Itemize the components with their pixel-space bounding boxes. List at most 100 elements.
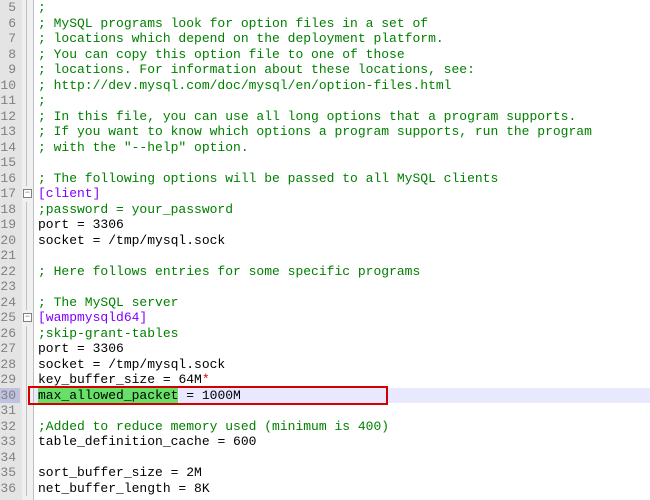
code-area[interactable]: ;; MySQL programs look for option files … bbox=[34, 0, 650, 500]
code-line[interactable]: ;skip-grant-tables bbox=[38, 326, 650, 342]
fold-toggle-icon[interactable]: − bbox=[22, 310, 33, 326]
fold-guide bbox=[22, 264, 33, 280]
line-number: 36 bbox=[0, 481, 20, 497]
line-number: 15 bbox=[0, 155, 20, 171]
code-line[interactable]: sort_buffer_size = 2M bbox=[38, 465, 650, 481]
line-number: 29 bbox=[0, 372, 20, 388]
equals-sign: = bbox=[178, 388, 201, 403]
code-line[interactable]: socket = /tmp/mysql.sock bbox=[38, 233, 650, 249]
code-line[interactable]: ; http://dev.mysql.com/doc/mysql/en/opti… bbox=[38, 78, 650, 94]
ini-key: max_allowed_packet bbox=[38, 388, 178, 403]
code-line[interactable]: port = 3306 bbox=[38, 341, 650, 357]
line-number: 27 bbox=[0, 341, 20, 357]
fold-guide bbox=[22, 47, 33, 63]
line-number: 8 bbox=[0, 47, 20, 63]
equals-sign: = bbox=[69, 341, 92, 356]
code-line[interactable]: ; bbox=[38, 0, 650, 16]
code-line[interactable] bbox=[38, 403, 650, 419]
fold-toggle-icon[interactable]: − bbox=[22, 186, 33, 202]
line-number: 16 bbox=[0, 171, 20, 187]
line-number: 22 bbox=[0, 264, 20, 280]
line-number: 13 bbox=[0, 124, 20, 140]
code-line[interactable]: ; locations which depend on the deployme… bbox=[38, 31, 650, 47]
ini-value: /tmp/mysql.sock bbox=[108, 233, 225, 248]
code-line[interactable]: ; locations. For information about these… bbox=[38, 62, 650, 78]
line-number: 21 bbox=[0, 248, 20, 264]
fold-guide bbox=[22, 16, 33, 32]
code-line[interactable]: ; MySQL programs look for option files i… bbox=[38, 16, 650, 32]
comment: ; Here follows entries for some specific… bbox=[38, 264, 420, 279]
code-line[interactable]: ; with the "--help" option. bbox=[38, 140, 650, 156]
comment: ; The following options will be passed t… bbox=[38, 171, 498, 186]
code-line[interactable]: ; In this file, you can use all long opt… bbox=[38, 109, 650, 125]
code-line[interactable]: net_buffer_length = 8K bbox=[38, 481, 650, 497]
code-line[interactable]: port = 3306 bbox=[38, 217, 650, 233]
code-line[interactable]: max_allowed_packet = 1000M bbox=[38, 388, 650, 404]
equals-sign: = bbox=[210, 434, 233, 449]
fold-guide bbox=[22, 171, 33, 187]
line-number: 35 bbox=[0, 465, 20, 481]
fold-guide bbox=[22, 202, 33, 218]
code-line[interactable]: table_definition_cache = 600 bbox=[38, 434, 650, 450]
code-line[interactable]: ;password = your_password bbox=[38, 202, 650, 218]
equals-sign: = bbox=[171, 481, 194, 496]
fold-guide bbox=[22, 357, 33, 373]
code-editor[interactable]: 5678910111213141516171819202122232425262… bbox=[0, 0, 650, 500]
code-line[interactable]: [client] bbox=[38, 186, 650, 202]
line-number: 26 bbox=[0, 326, 20, 342]
code-line[interactable] bbox=[38, 450, 650, 466]
comment: ; MySQL programs look for option files i… bbox=[38, 16, 428, 31]
ini-key: net_buffer_length bbox=[38, 481, 171, 496]
code-line[interactable]: ;Added to reduce memory used (minimum is… bbox=[38, 419, 650, 435]
line-number: 12 bbox=[0, 109, 20, 125]
code-line[interactable] bbox=[38, 155, 650, 171]
comment: ; http://dev.mysql.com/doc/mysql/en/opti… bbox=[38, 78, 451, 93]
line-number: 24 bbox=[0, 295, 20, 311]
fold-guide bbox=[22, 388, 33, 404]
fold-guide bbox=[22, 93, 33, 109]
code-line[interactable]: ; The following options will be passed t… bbox=[38, 171, 650, 187]
line-number: 6 bbox=[0, 16, 20, 32]
code-line[interactable]: socket = /tmp/mysql.sock bbox=[38, 357, 650, 373]
ini-key: port bbox=[38, 217, 69, 232]
ini-value: /tmp/mysql.sock bbox=[108, 357, 225, 372]
comment: ; bbox=[38, 93, 46, 108]
line-number-gutter: 5678910111213141516171819202122232425262… bbox=[0, 0, 22, 500]
fold-guide bbox=[22, 295, 33, 311]
section-header: [client] bbox=[38, 186, 100, 201]
code-line[interactable]: ; The MySQL server bbox=[38, 295, 650, 311]
comment: ; bbox=[38, 0, 46, 15]
fold-guide bbox=[22, 217, 33, 233]
code-line[interactable] bbox=[38, 279, 650, 295]
line-number: 18 bbox=[0, 202, 20, 218]
fold-guide bbox=[22, 0, 33, 16]
comment: ;Added to reduce memory used (minimum is… bbox=[38, 419, 389, 434]
equals-sign: = bbox=[85, 357, 108, 372]
code-line[interactable]: ; bbox=[38, 93, 650, 109]
comment: ; The MySQL server bbox=[38, 295, 178, 310]
fold-guide bbox=[22, 155, 33, 171]
fold-guide bbox=[22, 434, 33, 450]
section-header: [wampmysqld64] bbox=[38, 310, 147, 325]
code-line[interactable]: ; If you want to know which options a pr… bbox=[38, 124, 650, 140]
line-number: 25 bbox=[0, 310, 20, 326]
fold-guide bbox=[22, 233, 33, 249]
code-line[interactable] bbox=[38, 248, 650, 264]
ini-value: 64M bbox=[178, 372, 201, 387]
code-line[interactable]: [wampmysqld64] bbox=[38, 310, 650, 326]
line-number: 17 bbox=[0, 186, 20, 202]
line-number: 33 bbox=[0, 434, 20, 450]
fold-guide bbox=[22, 341, 33, 357]
code-line[interactable]: ; You can copy this option file to one o… bbox=[38, 47, 650, 63]
code-line[interactable]: ; Here follows entries for some specific… bbox=[38, 264, 650, 280]
equals-sign: = bbox=[69, 217, 92, 232]
fold-guide bbox=[22, 62, 33, 78]
equals-sign: = bbox=[155, 372, 178, 387]
code-line[interactable]: key_buffer_size = 64M* bbox=[38, 372, 650, 388]
line-number: 30 bbox=[0, 388, 20, 404]
ini-value: 3306 bbox=[93, 217, 124, 232]
fold-guide bbox=[22, 140, 33, 156]
fold-gutter[interactable]: −− bbox=[22, 0, 34, 500]
comment: ; with the "--help" option. bbox=[38, 140, 249, 155]
ini-value: 1000M bbox=[202, 388, 241, 403]
